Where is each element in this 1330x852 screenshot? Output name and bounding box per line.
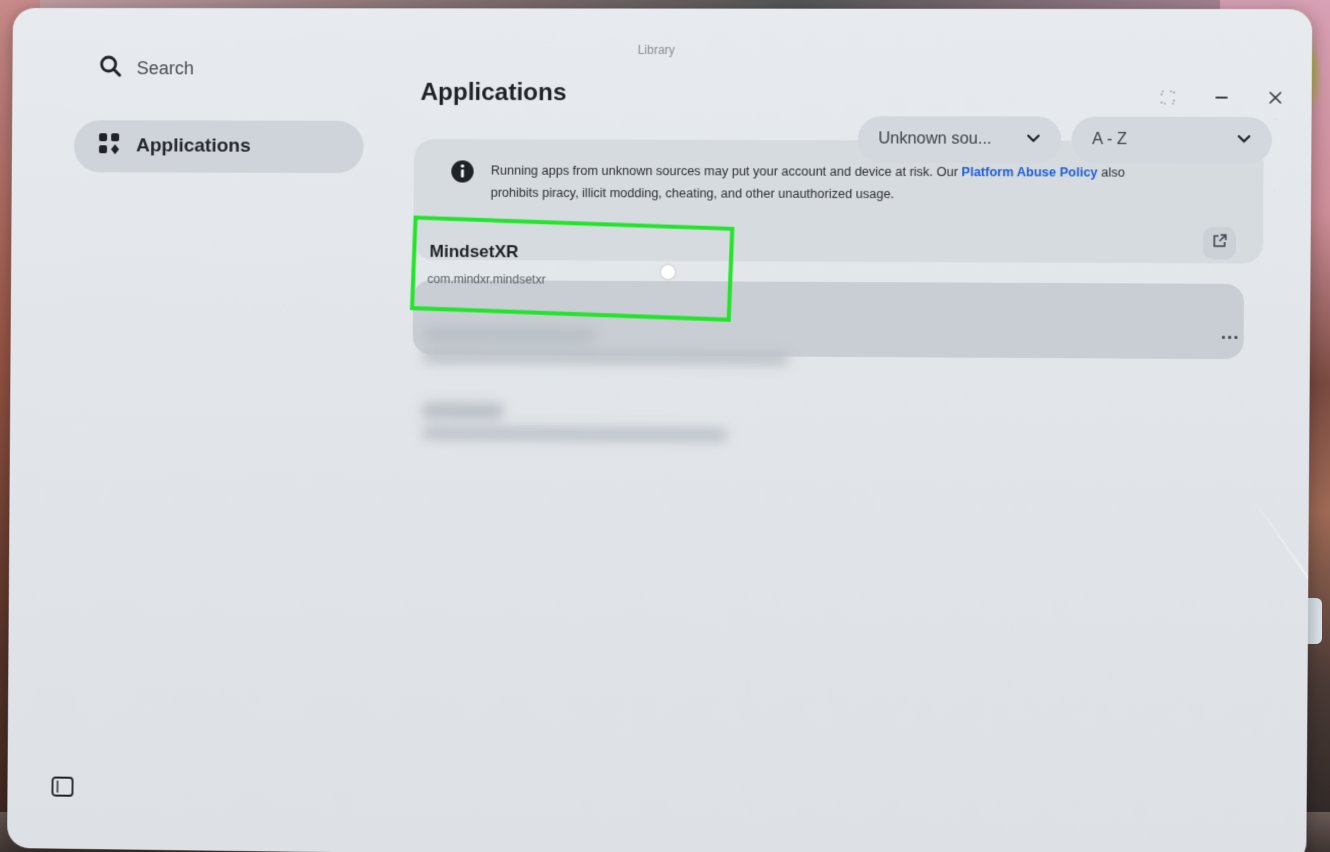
notice-text-part1: Running apps from unknown sources may pu… bbox=[491, 163, 962, 179]
source-filter-dropdown[interactable]: Unknown sou... bbox=[858, 116, 1062, 163]
open-external-button[interactable] bbox=[1203, 227, 1236, 260]
sort-value: A - Z bbox=[1092, 131, 1127, 149]
sidebar-item-applications[interactable]: Applications bbox=[74, 120, 364, 173]
info-icon bbox=[450, 159, 474, 183]
library-window: Library Search Applications Applications… bbox=[7, 8, 1312, 852]
app-name: MindsetXR bbox=[429, 242, 518, 263]
notice-text: Running apps from unknown sources may pu… bbox=[491, 159, 1167, 206]
blurred-list-item bbox=[412, 393, 1252, 459]
page-title: Applications bbox=[420, 79, 566, 108]
sidebar: Search Applications bbox=[7, 8, 395, 852]
platform-abuse-policy-link[interactable]: Platform Abuse Policy bbox=[962, 165, 1098, 180]
sidebar-item-label: Applications bbox=[136, 135, 251, 157]
apps-grid-icon bbox=[98, 132, 120, 160]
chevron-down-icon bbox=[1026, 130, 1041, 149]
main-content: Applications Running apps from unknown s… bbox=[409, 8, 1296, 852]
app-package-name: com.mindxr.mindsetxr bbox=[427, 272, 545, 287]
search-label: Search bbox=[137, 58, 194, 79]
controller-ray bbox=[1251, 497, 1313, 835]
search-button[interactable]: Search bbox=[98, 54, 194, 83]
sidebar-toggle-icon[interactable] bbox=[51, 777, 73, 797]
external-link-icon bbox=[1211, 232, 1228, 253]
source-filter-value: Unknown sou... bbox=[878, 130, 991, 149]
search-icon bbox=[98, 54, 122, 83]
sort-dropdown[interactable]: A - Z bbox=[1071, 117, 1272, 164]
blurred-list-item bbox=[412, 316, 1252, 382]
chevron-down-icon bbox=[1237, 131, 1252, 150]
pointer-cursor bbox=[661, 265, 675, 279]
